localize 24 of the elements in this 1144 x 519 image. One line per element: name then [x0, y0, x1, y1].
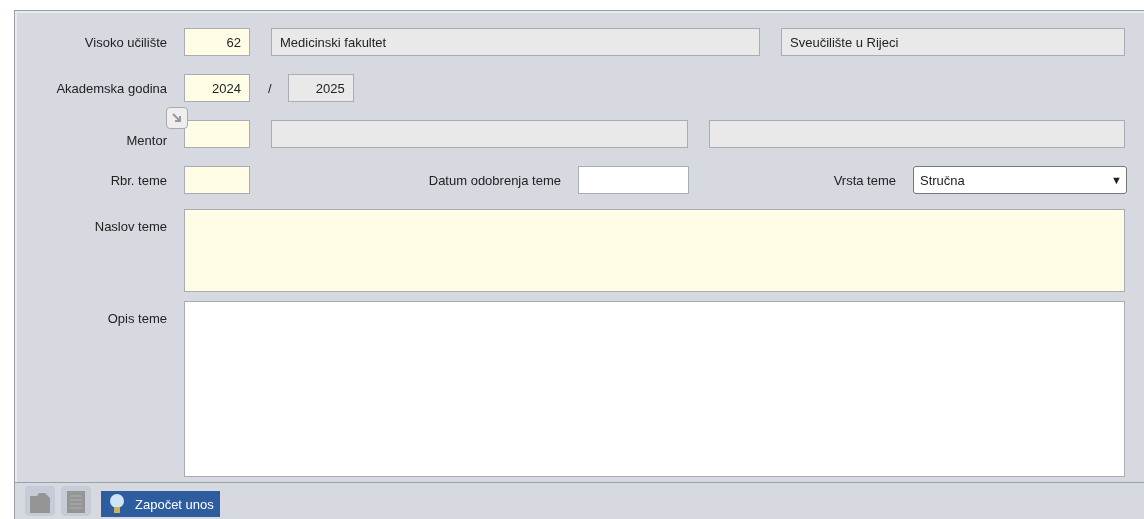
- arrow-icon: [171, 112, 183, 124]
- field-label: Datum odobrenja teme: [427, 172, 561, 188]
- field-label: Opis teme: [106, 310, 167, 326]
- field-label: Mentor: [125, 131, 167, 148]
- field-label: Visoko učilište: [83, 34, 167, 50]
- start-entry-button[interactable]: Započet unos: [101, 491, 220, 517]
- year-field: 2025: [287, 74, 354, 102]
- lookup-button[interactable]: [166, 107, 188, 129]
- university-field: Sveučilište u Rijeci: [781, 28, 1125, 56]
- name-field: Medicinski fakultet: [271, 28, 760, 56]
- year-separator: /: [268, 80, 272, 96]
- field-label: Akademska godina: [55, 80, 167, 96]
- code-field[interactable]: 62: [184, 28, 250, 56]
- topic-number-field[interactable]: [184, 166, 250, 194]
- title-field[interactable]: [184, 209, 1125, 292]
- field-label: Vrsta teme: [832, 172, 896, 188]
- lightbulb-icon: [109, 493, 125, 515]
- field-label: Naslov teme: [93, 218, 167, 234]
- description-field[interactable]: [184, 301, 1125, 477]
- topic-type-dropdown[interactable]: Stručna ▼: [913, 166, 1127, 194]
- mentor-code-field[interactable]: [184, 120, 250, 148]
- field-label: Rbr. teme: [109, 172, 167, 188]
- year-field[interactable]: 2024: [184, 74, 250, 102]
- date-field[interactable]: [578, 166, 689, 194]
